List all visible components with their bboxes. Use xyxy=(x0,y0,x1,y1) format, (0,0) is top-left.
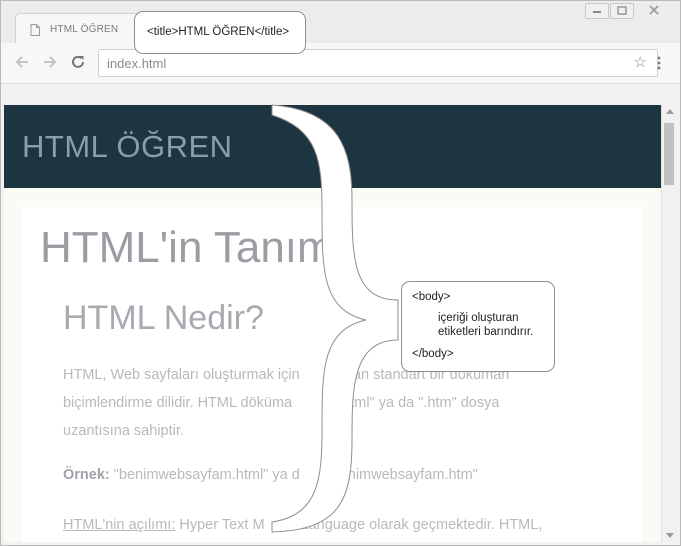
body-desc-line-1: içeriği oluşturan xyxy=(438,312,519,324)
body-brace-shape xyxy=(271,104,399,533)
title-tag-callout: <title>HTML ÖĞREN</title> xyxy=(134,11,306,54)
body-desc-line-2: etiketleri barındırır. xyxy=(438,326,534,338)
body-tag-callout: <body> içeriği oluşturan etiketleri barı… xyxy=(401,281,555,372)
body-open-tag: <body> xyxy=(412,291,451,303)
title-tag-text: <title>HTML ÖĞREN</title> xyxy=(147,26,290,38)
body-close-tag: </body> xyxy=(412,348,454,360)
